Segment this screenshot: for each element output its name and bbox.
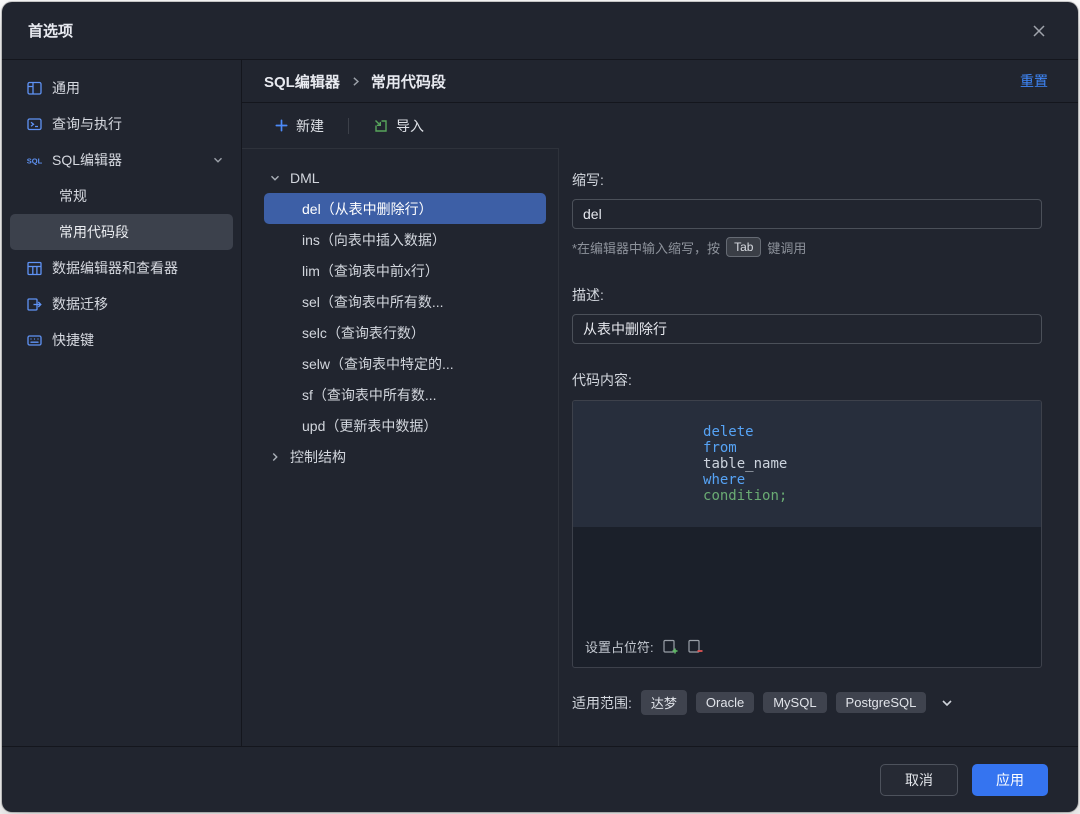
scope-badge-mysql[interactable]: MySQL — [763, 692, 827, 713]
tree-group-control-structure[interactable]: 控制结构 — [264, 441, 546, 472]
code-token: where — [703, 472, 754, 488]
data-grid-icon — [26, 260, 43, 277]
add-placeholder-icon[interactable] — [662, 638, 679, 655]
tree-item-lim[interactable]: lim（查询表中前x行） — [264, 255, 546, 286]
sidebar-item-label: 快捷键 — [52, 332, 94, 348]
snippet-toolbar: 新建 导入 — [242, 103, 1078, 148]
sidebar-item-label: 数据迁移 — [52, 296, 108, 312]
tree-item-upd[interactable]: upd（更新表中数据） — [264, 410, 546, 441]
tree-item-ins[interactable]: ins（向表中插入数据） — [264, 224, 546, 255]
migration-icon — [26, 296, 43, 313]
code-token: delete — [703, 424, 763, 440]
tree-item-label: sel（查询表中所有数... — [302, 293, 444, 310]
breadcrumb: SQL编辑器 常用代码段 重置 — [242, 60, 1078, 103]
snippet-form: 缩写: *在编辑器中输入缩写，按 Tab 键调用 描述: 代码内容: del — [559, 148, 1078, 746]
placeholder-label: 设置占位符: — [585, 640, 654, 655]
tree-item-label: ins（向表中插入数据） — [302, 231, 446, 248]
scope-badge-oracle[interactable]: Oracle — [695, 692, 755, 713]
new-snippet-label: 新建 — [296, 117, 324, 134]
sidebar-item-label: SQL编辑器 — [52, 152, 123, 168]
tree-item-selw[interactable]: selw（查询表中特定的... — [264, 348, 546, 379]
tree-item-label: upd（更新表中数据） — [302, 417, 438, 434]
scope-label: 适用范围: — [572, 694, 632, 711]
sidebar-item-label: 查询与执行 — [52, 116, 122, 132]
tree-item-label: del（从表中删除行） — [302, 200, 433, 217]
tree-item-label: selc（查询表行数） — [302, 324, 425, 341]
tree-item-label: lim（查询表中前x行） — [302, 262, 439, 279]
code-label: 代码内容: — [572, 372, 632, 388]
close-button[interactable] — [1026, 18, 1052, 44]
import-button[interactable]: 导入 — [367, 112, 430, 140]
sidebar-item-data-migration[interactable]: 数据迁移 — [10, 286, 233, 322]
sidebar-item-sql-editor[interactable]: SQL SQL编辑器 — [10, 142, 233, 178]
sidebar-item-general[interactable]: 通用 — [10, 70, 233, 106]
svg-text:SQL: SQL — [27, 156, 43, 165]
tree-item-selc[interactable]: selc（查询表行数） — [264, 317, 546, 348]
tree-item-sel[interactable]: sel（查询表中所有数... — [264, 286, 546, 317]
apply-button[interactable]: 应用 — [972, 763, 1048, 796]
code-token: table_name — [703, 456, 796, 472]
desc-input[interactable] — [572, 314, 1042, 344]
abbr-label: 缩写: — [572, 172, 604, 188]
sidebar-item-label: 常用代码段 — [59, 224, 129, 240]
placeholder-toolbar: 设置占位符: — [585, 637, 704, 656]
new-snippet-button[interactable]: 新建 — [268, 112, 330, 140]
tree-item-del[interactable]: del（从表中删除行） — [264, 193, 546, 224]
chevron-right-icon — [349, 75, 362, 88]
scope-row: 适用范围: 达梦 Oracle MySQL PostgreSQL — [572, 690, 1042, 715]
dialog-title: 首选项 — [28, 23, 74, 40]
chevron-down-icon[interactable] — [211, 153, 225, 167]
scope-expand-chevron-icon[interactable] — [939, 695, 955, 711]
toolbar-separator — [348, 117, 349, 134]
breadcrumb-current: 常用代码段 — [370, 73, 446, 91]
sql-editor-icon: SQL — [26, 152, 43, 169]
general-icon — [26, 80, 43, 97]
tree-group-dml[interactable]: DML — [264, 162, 546, 193]
query-execution-icon — [26, 116, 43, 133]
tree-item-label: sf（查询表中所有数... — [302, 386, 437, 403]
sidebar-item-code-snippets[interactable]: 常用代码段 — [10, 214, 233, 250]
tree-item-label: selw（查询表中特定的... — [302, 355, 454, 372]
chevron-down-icon — [268, 171, 282, 185]
close-icon — [1033, 24, 1045, 37]
sidebar-item-shortcuts[interactable]: 快捷键 — [10, 322, 233, 358]
snippet-tree: DML del（从表中删除行） ins（向表中插入数据） lim（查询表中前x行… — [242, 148, 559, 746]
tab-key-badge: Tab — [726, 237, 762, 257]
code-token: condition; — [703, 488, 788, 504]
sidebar-item-label: 常规 — [59, 188, 87, 204]
reset-link[interactable]: 重置 — [1020, 71, 1048, 91]
hint-text: *在编辑器中输入缩写，按 — [572, 240, 721, 256]
abbr-hint: *在编辑器中输入缩写，按 Tab 键调用 — [572, 237, 1042, 257]
abbr-input[interactable] — [572, 199, 1042, 229]
hint-text: 键调用 — [767, 240, 807, 256]
scope-badge-dameng[interactable]: 达梦 — [640, 690, 687, 715]
remove-placeholder-icon[interactable] — [687, 638, 704, 655]
preferences-dialog: 首选项 通用 查询与执行 SQL SQL编辑器 常规 常用代码段 数据编辑器和查… — [2, 2, 1078, 812]
sidebar-item-label: 数据编辑器和查看器 — [52, 260, 178, 276]
plus-icon — [274, 118, 289, 133]
import-icon — [373, 118, 389, 134]
import-label: 导入 — [396, 117, 424, 134]
cancel-button[interactable]: 取消 — [880, 763, 958, 796]
sidebar-item-label: 通用 — [52, 80, 80, 96]
breadcrumb-parent: SQL编辑器 — [264, 73, 340, 91]
tree-group-label: DML — [290, 169, 320, 186]
code-line[interactable]: delete from table_name where condition; — [573, 401, 1041, 527]
tree-item-sf[interactable]: sf（查询表中所有数... — [264, 379, 546, 410]
code-editor[interactable]: delete from table_name where condition; … — [572, 400, 1042, 668]
main-panel: SQL编辑器 常用代码段 重置 新建 导入 DML del（从表中删除行） in… — [242, 60, 1078, 746]
scope-badge-postgresql[interactable]: PostgreSQL — [835, 692, 927, 713]
keyboard-icon — [26, 332, 43, 349]
desc-label: 描述: — [572, 287, 604, 303]
sidebar-item-data-editor-viewer[interactable]: 数据编辑器和查看器 — [10, 250, 233, 286]
sidebar-item-query-execution[interactable]: 查询与执行 — [10, 106, 233, 142]
sidebar-item-sql-general[interactable]: 常规 — [10, 178, 233, 214]
chevron-right-icon — [268, 450, 282, 464]
dialog-footer: 取消 应用 — [2, 746, 1078, 812]
code-token: from — [703, 440, 746, 456]
sidebar: 通用 查询与执行 SQL SQL编辑器 常规 常用代码段 数据编辑器和查看器 数… — [2, 60, 242, 746]
tree-group-label: 控制结构 — [290, 448, 346, 465]
title-bar: 首选项 — [2, 2, 1078, 60]
